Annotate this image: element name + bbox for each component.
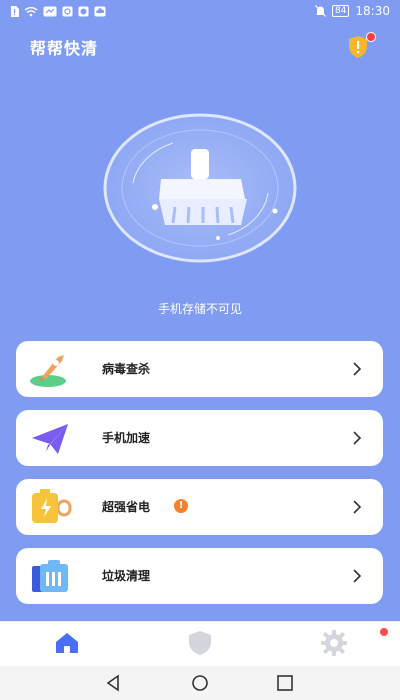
home-icon[interactable] [53, 629, 81, 657]
card-label: 垃圾清理 [102, 569, 151, 583]
paper-plane-icon [32, 424, 68, 454]
app-title: 帮帮快清 [30, 39, 99, 58]
mute-icon [314, 5, 326, 17]
chevron-right-icon [353, 431, 362, 445]
status-right: 84 18:30 [314, 4, 390, 18]
chevron-right-icon [353, 362, 362, 376]
gear-icon[interactable] [320, 629, 348, 657]
sim-alert-icon [11, 5, 19, 17]
card-power-saving[interactable]: 超强省电 ! [16, 479, 383, 535]
wifi-icon [24, 6, 38, 16]
recents-icon[interactable] [276, 674, 294, 692]
card-virus-scan[interactable]: 病毒查杀 [16, 341, 383, 397]
cleaner-graphic [103, 113, 297, 263]
status-bar: 84 18:30 [0, 0, 400, 22]
rocket-icon [30, 355, 66, 387]
chevron-right-icon [353, 500, 362, 514]
warning-badge: ! [174, 499, 188, 513]
back-icon[interactable] [104, 674, 122, 692]
shield-icon[interactable] [186, 629, 214, 657]
battery-icon [32, 489, 72, 523]
chevron-right-icon [353, 569, 362, 583]
cleaner-circle[interactable] [103, 113, 297, 263]
card-phone-boost[interactable]: 手机加速 [16, 410, 383, 466]
system-nav-bar [0, 666, 400, 700]
trash-folder-icon [32, 560, 68, 592]
settings-notification-dot [380, 628, 388, 636]
app-icon [43, 6, 57, 16]
home-button-icon[interactable] [191, 674, 209, 692]
app-icon [78, 6, 89, 16]
cloud-icon [94, 6, 106, 16]
status-left-icons [10, 5, 106, 17]
alert-button[interactable] [344, 32, 376, 58]
alert-dot [366, 32, 376, 42]
card-junk-clean[interactable]: 垃圾清理 [16, 548, 383, 604]
card-label: 病毒查杀 [102, 362, 151, 376]
card-label: 手机加速 [102, 431, 151, 445]
status-time: 18:30 [355, 4, 390, 18]
bottom-nav [0, 621, 400, 666]
battery-indicator: 84 [331, 5, 350, 17]
app-icon [62, 6, 73, 16]
card-label: 超强省电 [102, 500, 151, 514]
storage-status-text: 手机存储不可见 [157, 302, 242, 316]
